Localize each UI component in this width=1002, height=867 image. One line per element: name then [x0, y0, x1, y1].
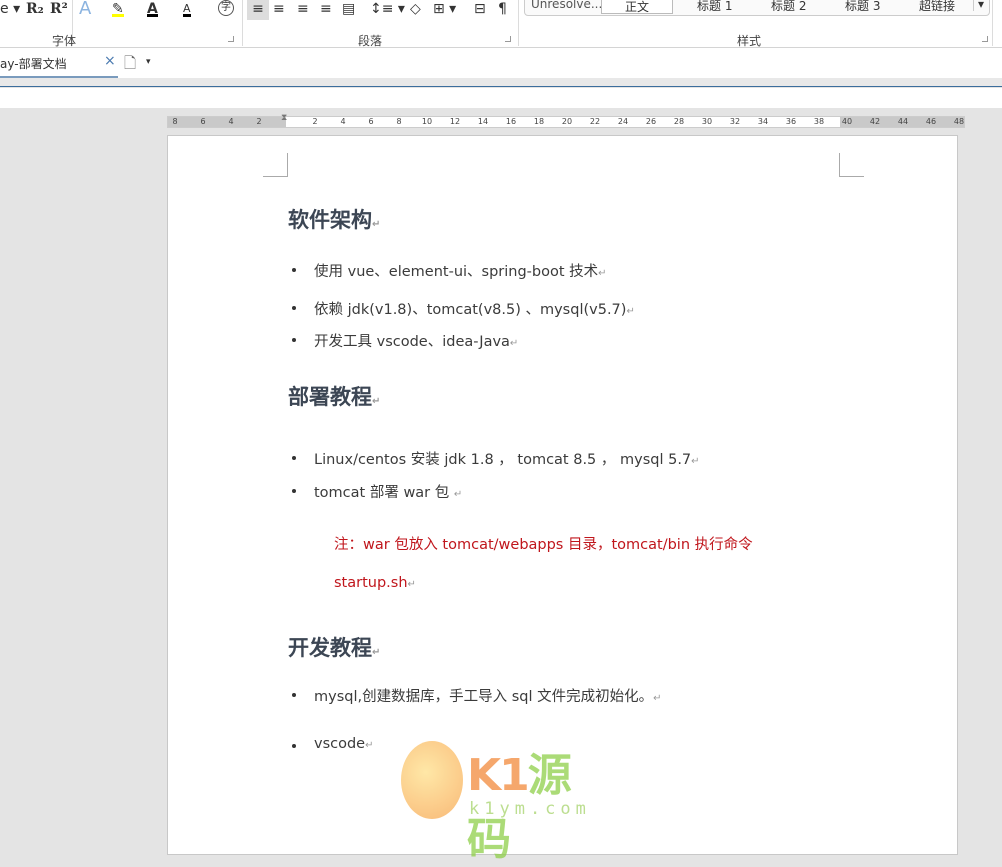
list-item: tomcat 部署 war 包 ↵	[291, 481, 462, 502]
heading-development: 开发教程↵	[288, 636, 381, 660]
align-right-icon[interactable]: ≡	[297, 0, 309, 18]
list-item: Linux/centos 安装 jdk 1.8 ， tomcat 8.5 ， m…	[292, 448, 700, 469]
enclose-char-button[interactable]: 字	[218, 0, 234, 16]
watermark-logo: K1源码 k1ym.com	[401, 741, 611, 865]
ruler-tick-label: 42	[869, 117, 881, 126]
document-tab[interactable]: ay-部署文档 ×	[0, 48, 118, 78]
toolbar-strip	[0, 88, 1002, 108]
paragraph-group-label: 段落	[358, 34, 383, 48]
ruler-tick-label: 8	[396, 117, 402, 126]
list-item: vscode↵	[292, 736, 374, 752]
tab-band	[0, 78, 1002, 87]
ruler-tick-label: 46	[925, 117, 937, 126]
margin-corner-left	[263, 153, 288, 177]
ruler-tick-label: 24	[617, 117, 629, 126]
document-page[interactable]: 软件架构↵ 使用 vue、element-ui、spring-boot 技术↵ …	[167, 135, 958, 865]
list-item: 开发工具 vscode、idea-Java↵	[291, 330, 518, 351]
ruler-tick-label: 34	[757, 117, 769, 126]
justify-icon[interactable]: ≡	[320, 0, 332, 18]
list-item: 使用 vue、element-ui、spring-boot 技术↵	[292, 260, 607, 281]
new-tab-icon[interactable]: 🗋	[124, 53, 136, 78]
ruler-tick-label: 4	[228, 117, 234, 126]
style-heading-1[interactable]: 标题 1	[697, 0, 732, 14]
style-unresolved[interactable]: Unresolve...	[531, 0, 602, 11]
ruler-tick-label: 2	[256, 117, 262, 126]
ruler-tick-label: 12	[449, 117, 461, 126]
paragraph-mark-button[interactable]: ¶	[498, 0, 507, 18]
show-hide-icon[interactable]: ⊟	[474, 0, 486, 18]
watermark-swirl-icon	[401, 741, 463, 819]
ruler-tick-label: 8	[172, 117, 178, 126]
deployment-note-command: startup.sh↵	[334, 575, 416, 591]
list-item: mysql,创建数据库，手工导入 sql 文件完成初始化。↵	[292, 685, 662, 706]
char-shading-button[interactable]: A	[183, 0, 191, 17]
distribute-icon[interactable]: ▤	[342, 0, 355, 18]
ruler-tick-label: 38	[813, 117, 825, 126]
styles-more-icon[interactable]: ▾	[973, 0, 984, 11]
close-tab-icon[interactable]: ×	[104, 53, 116, 69]
document-tab-title: ay-部署文档	[0, 57, 67, 71]
ruler-tick-label: 20	[561, 117, 573, 126]
line-spacing-icon[interactable]: ↕≡ ▾	[370, 0, 405, 18]
ruler-tick-label: 44	[897, 117, 909, 126]
ribbon: e ▾ R₂ R² A ✎ A A 字 字体 ≡ ≡ ≡ ≡ ▤ ↕≡ ▾ ◇ …	[0, 0, 1002, 48]
ruler-tick-label: 48	[953, 117, 965, 126]
ruler-tick-label: 10	[421, 117, 433, 126]
font-group-label: 字体	[52, 34, 77, 48]
indent-marker-icon[interactable]: ⧗	[281, 113, 287, 123]
new-tab-dropdown-icon[interactable]: ▾	[146, 57, 151, 67]
ruler-tick-label: 28	[673, 117, 685, 126]
borders-icon[interactable]: ⊞ ▾	[433, 0, 456, 18]
ruler-tick-label: 26	[645, 117, 657, 126]
highlight-icon[interactable]: ✎	[112, 0, 124, 17]
ruler-tick-label: 14	[477, 117, 489, 126]
margin-corner-right	[839, 153, 864, 177]
superscript-button[interactable]: R²	[50, 0, 68, 18]
shading-icon[interactable]: ◇	[410, 0, 421, 18]
style-hyperlink[interactable]: 超链接	[919, 0, 955, 14]
align-left-icon[interactable]: ≡	[247, 0, 269, 20]
style-heading-2[interactable]: 标题 2	[771, 0, 806, 14]
font-color-button[interactable]: A	[147, 0, 158, 17]
ruler-tick-label: 6	[368, 117, 374, 126]
ruler-tick-label: 2	[312, 117, 318, 126]
ruler-margin-left	[168, 117, 286, 127]
strikethrough-dropdown[interactable]: e ▾	[0, 0, 20, 18]
align-center-icon[interactable]: ≡	[273, 0, 285, 18]
style-normal[interactable]: 正文	[601, 0, 673, 14]
list-item: 依赖 jdk(v1.8)、tomcat(v8.5) 、mysql(v5.7)↵	[292, 298, 635, 319]
ruler-tick-label: 18	[533, 117, 545, 126]
ruler-tick-label: 40	[841, 117, 853, 126]
ruler-tick-label: 6	[200, 117, 206, 126]
heading-software-architecture: 软件架构↵	[288, 208, 381, 232]
ruler-tick-label: 16	[505, 117, 517, 126]
ruler-tick-label: 32	[729, 117, 741, 126]
ruler-tick-label: 30	[701, 117, 713, 126]
ruler-tick-label: 4	[340, 117, 346, 126]
subscript-button[interactable]: R₂	[26, 0, 44, 18]
styles-group-label: 样式	[737, 34, 762, 48]
styles-gallery[interactable]: Unresolve... 正文 标题 1 标题 2 标题 3 超链接 ▾	[524, 0, 990, 16]
horizontal-ruler[interactable]: 8 6 4 2 2 4 6 8 10 12 14 16 18 20 22 24 26 28 30 32 34 36 38 40…	[167, 113, 965, 128]
ruler-tick-label: 36	[785, 117, 797, 126]
text-effect-button[interactable]: A	[79, 0, 91, 18]
deployment-note: 注：war 包放入 tomcat/webapps 目录，tomcat/bin 执…	[334, 537, 753, 553]
style-heading-3[interactable]: 标题 3	[845, 0, 880, 14]
ruler-tick-label: 22	[589, 117, 601, 126]
heading-deployment: 部署教程↵	[288, 385, 381, 409]
